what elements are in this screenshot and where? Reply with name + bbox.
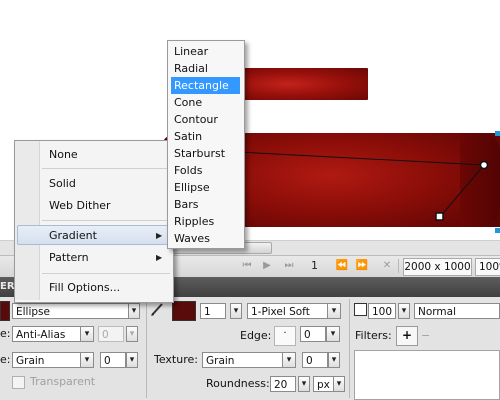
panel-divider — [146, 299, 147, 398]
stroke-texture-amount-dropdown-button[interactable]: ▾ — [328, 352, 340, 368]
submenu-item-starburst[interactable]: Starburst — [174, 145, 225, 162]
next-frame-icon[interactable]: ⏩ — [355, 259, 369, 273]
menu-icon-gutter — [15, 141, 40, 300]
close-icon[interactable]: ✕ — [380, 259, 394, 273]
menu-item-web-dither[interactable]: Web Dither — [49, 196, 111, 216]
submenu-item-waves[interactable]: Waves — [174, 230, 210, 247]
submenu-arrow-icon: ▶ — [156, 253, 163, 262]
stroke-type-dropdown-button[interactable]: ▾ — [327, 303, 341, 319]
filters-label: Filters: — [355, 329, 392, 342]
submenu-item-cone[interactable]: Cone — [174, 94, 202, 111]
play-icon[interactable]: ▶ — [260, 259, 274, 273]
opacity-icon — [354, 303, 367, 316]
stroke-texture-amount-field[interactable]: 0 — [302, 352, 328, 368]
feather-amount-field: 0 — [98, 326, 124, 342]
selection-marker — [495, 131, 500, 136]
texture-amount-dropdown-button[interactable]: ▾ — [126, 352, 138, 368]
canvas-size-readout[interactable]: 2000 x 1000 — [403, 258, 472, 276]
stroke-type-select[interactable]: 1-Pixel Soft — [247, 303, 339, 319]
filters-list[interactable] — [354, 350, 500, 400]
menu-separator — [42, 273, 170, 274]
opacity-field[interactable]: 100 — [368, 303, 396, 319]
submenu-item-folds[interactable]: Folds — [174, 162, 202, 179]
fill-color-swatch[interactable] — [0, 301, 10, 321]
pencil-icon — [150, 301, 164, 317]
first-page-icon[interactable]: ⏮ — [240, 259, 254, 273]
stroke-texture-label: Texture: — [154, 353, 198, 366]
texture-label: e: — [0, 353, 11, 366]
status-divider — [398, 259, 399, 273]
stroke-color-swatch[interactable] — [172, 301, 196, 321]
edge-label: e: — [0, 327, 11, 340]
transparent-label: Transparent — [30, 375, 96, 388]
remove-filter-button[interactable]: − — [421, 328, 430, 344]
stroke-edge-label: Edge: — [240, 329, 272, 342]
roundness-field[interactable]: 20 — [270, 376, 296, 392]
menu-item-gradient[interactable]: Gradient — [49, 226, 97, 246]
stroke-edge-field[interactable]: 0 — [300, 326, 326, 342]
texture-amount-field[interactable]: 0 — [100, 352, 126, 368]
fill-type-dropdown-button[interactable]: ▾ — [128, 303, 140, 319]
submenu-item-rectangle[interactable]: Rectangle — [174, 77, 229, 94]
submenu-item-radial[interactable]: Radial — [174, 60, 208, 77]
roundness-label: Roundness: — [206, 377, 270, 390]
stroke-edge-dropdown-button[interactable]: ▾ — [326, 326, 340, 342]
menu-separator — [42, 168, 170, 169]
zoom-level[interactable]: 100% — [475, 258, 500, 276]
submenu-item-ripples[interactable]: Ripples — [174, 213, 214, 230]
transparent-checkbox[interactable] — [12, 376, 25, 389]
stroke-texture-dropdown-button[interactable]: ▾ — [282, 352, 296, 368]
opacity-dropdown-button[interactable]: ▾ — [398, 303, 410, 319]
submenu-item-ellipse[interactable]: Ellipse — [174, 179, 210, 196]
menu-item-pattern[interactable]: Pattern — [49, 248, 89, 268]
menu-item-none[interactable]: None — [49, 145, 78, 165]
roundness-unit-dropdown-button[interactable]: ▾ — [333, 376, 345, 392]
fill-type-select[interactable]: Ellipse — [12, 303, 140, 319]
panel-divider — [349, 299, 350, 398]
menu-item-fill-options[interactable]: Fill Options... — [49, 278, 120, 298]
blend-mode-select[interactable]: Normal — [414, 303, 500, 319]
menu-separator — [42, 220, 170, 221]
current-page-number: 1 — [311, 259, 318, 272]
submenu-item-contour[interactable]: Contour — [174, 111, 218, 128]
roundness-dropdown-button[interactable]: ▾ — [298, 376, 310, 392]
submenu-item-bars[interactable]: Bars — [174, 196, 199, 213]
gradient-start-handle[interactable] — [479, 160, 489, 170]
edge-preview-icon: · — [274, 326, 296, 346]
selection-marker — [495, 228, 500, 233]
stroke-size-field[interactable]: 1 — [200, 303, 226, 319]
gradient-end-handle[interactable] — [435, 212, 444, 221]
menu-item-solid[interactable]: Solid — [49, 174, 76, 194]
edge-dropdown-button[interactable]: ▾ — [80, 326, 94, 342]
last-page-icon[interactable]: ⏭ — [282, 259, 296, 273]
add-filter-button[interactable]: + — [396, 326, 418, 346]
plus-icon: + — [401, 328, 413, 342]
previous-frame-icon[interactable]: ⏪ — [335, 259, 349, 273]
stroke-size-dropdown-button[interactable]: ▾ — [230, 303, 242, 319]
submenu-item-satin[interactable]: Satin — [174, 128, 202, 145]
submenu-arrow-icon: ▶ — [156, 231, 163, 240]
texture-dropdown-button[interactable]: ▾ — [80, 352, 94, 368]
submenu-item-linear[interactable]: Linear — [174, 43, 208, 60]
feather-amount-dropdown-button: ▾ — [126, 326, 138, 342]
